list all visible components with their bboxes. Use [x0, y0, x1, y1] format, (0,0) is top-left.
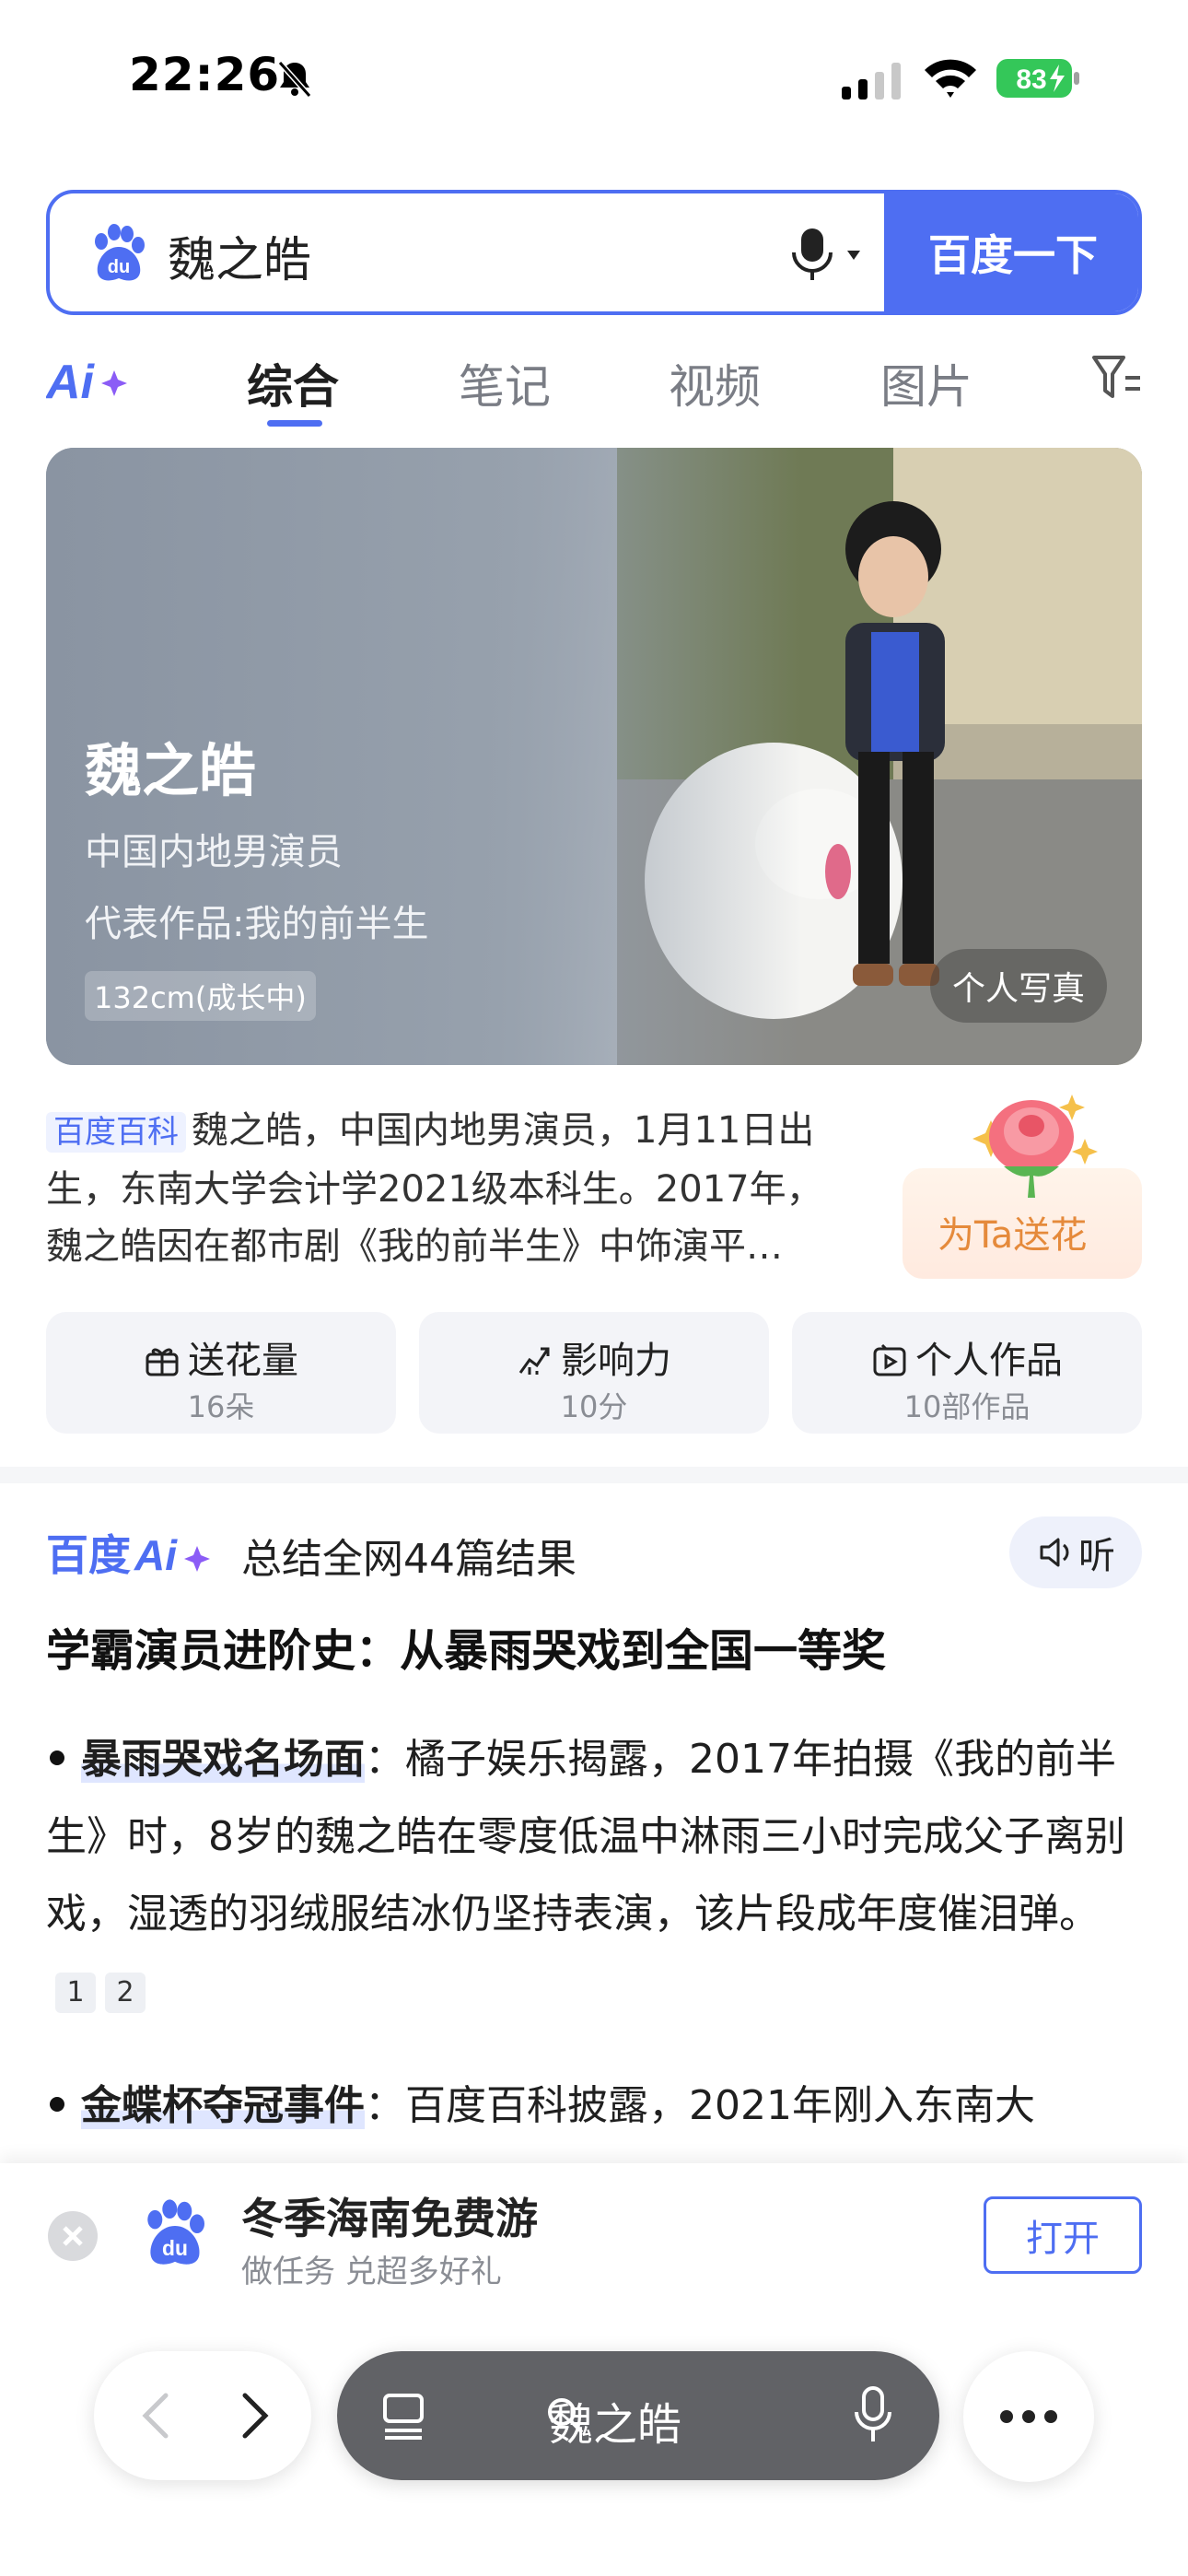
tab-comprehensive[interactable]: 综合: [247, 350, 339, 416]
bell-muted-icon: [277, 61, 312, 98]
stat-works-title: 个人作品: [915, 1340, 1063, 1382]
tab-notes[interactable]: 笔记: [459, 350, 551, 416]
microphone-icon[interactable]: [786, 227, 838, 282]
reference-badge[interactable]: 2: [105, 1973, 146, 2013]
person-name: 魏之皓: [85, 737, 257, 804]
status-time: 22:26: [129, 48, 281, 101]
tabs-icon[interactable]: [378, 2388, 433, 2443]
summary-bullet: 金蝶杯夺冠事件：百度百科披露，2021年刚入东南大: [46, 2067, 1142, 2163]
bullet-keyword[interactable]: 金蝶杯夺冠事件: [81, 2082, 365, 2129]
stat-influence-value: 10分: [560, 1389, 628, 1424]
speaker-icon: [1040, 1538, 1069, 1567]
tab-videos[interactable]: 视频: [669, 350, 761, 416]
bullet-dot: [50, 2097, 64, 2112]
search-bar[interactable]: du 魏之皓 百度一下: [46, 190, 1142, 315]
forward-arrow-icon[interactable]: [227, 2390, 278, 2441]
banner-title: 冬季海南免费游: [241, 2194, 538, 2243]
svg-text:百度: 百度: [46, 1530, 131, 1580]
bullet-keyword[interactable]: 暴雨哭戏名场面: [81, 1736, 365, 1783]
stat-influence[interactable]: 影响力 10分: [419, 1312, 769, 1434]
height-tag: 132cm(成长中): [85, 971, 316, 1021]
person-occupation: 中国内地男演员: [85, 831, 343, 873]
battery-level: 83: [1016, 64, 1046, 95]
trend-icon: [518, 1347, 550, 1375]
gift-icon: [146, 1348, 179, 1376]
summary-bullet: 暴雨哭戏名场面：橘子娱乐揭露，2017年拍摄《我的前半生》时，8岁的魏之皓在零度…: [46, 1721, 1142, 2031]
microphone-icon[interactable]: [853, 2386, 893, 2445]
baidu-paw-icon: du: [95, 224, 145, 281]
ai-summary-heading: 学霸演员进阶史：从暴雨哭戏到全国一等奖: [46, 1625, 887, 1677]
listen-button[interactable]: 听: [1009, 1516, 1142, 1588]
wifi-icon: [925, 59, 976, 98]
close-banner-button[interactable]: [48, 2211, 98, 2261]
bullet-text: ：百度百科披露，2021年刚入东南大: [365, 2082, 1035, 2129]
stat-flowers-title: 送花量: [188, 1340, 298, 1382]
bullet-dot: [50, 1751, 64, 1765]
battery-icon: 83: [996, 59, 1079, 98]
ai-tab-icon[interactable]: Ai: [46, 348, 134, 409]
svg-text:Ai: Ai: [134, 1531, 178, 1579]
baike-summary[interactable]: 百度百科 魏之皓，中国内地男演员，1月11日出生，东南大学会计学2021级本科生。…: [46, 1102, 838, 1275]
baidu-ai-logo-icon: 百度 Ai: [46, 1530, 210, 1580]
ai-summary-count: 总结全网44篇结果: [241, 1536, 577, 1583]
video-icon: [873, 1343, 906, 1376]
svg-text:du: du: [108, 257, 130, 277]
bottom-search-query[interactable]: 魏之皓: [549, 2388, 681, 2453]
open-app-button[interactable]: 打开: [984, 2196, 1142, 2274]
close-icon: [63, 2226, 83, 2246]
filter-icon[interactable]: [1090, 354, 1142, 402]
more-menu-button[interactable]: [963, 2351, 1094, 2482]
listen-label: 听: [1078, 1535, 1115, 1577]
search-input[interactable]: 魏之皓: [168, 221, 311, 290]
stat-works-value: 10部作品: [903, 1389, 1031, 1424]
stat-flowers-value: 16朵: [187, 1389, 255, 1424]
search-button[interactable]: 百度一下: [884, 193, 1138, 311]
stat-works[interactable]: 个人作品 10部作品: [792, 1312, 1142, 1434]
svg-text:Ai: Ai: [46, 356, 96, 409]
baidu-app-icon: du: [147, 2199, 204, 2265]
representative-works: 代表作品:我的前半生: [85, 903, 429, 945]
send-flower-label: 为Ta送花: [938, 1214, 1088, 1257]
active-tab-indicator: [267, 420, 322, 427]
more-dots-icon: [1000, 2410, 1057, 2423]
section-divider: [0, 1467, 1188, 1483]
stat-flowers[interactable]: 送花量 16朵: [46, 1312, 396, 1434]
profile-hero-card[interactable]: 魏之皓 中国内地男演员 代表作品:我的前半生 132cm(成长中) 个人写真: [46, 448, 1142, 1065]
banner-subtitle: 做任务 兑超多好礼: [241, 2254, 502, 2290]
chevron-down-icon[interactable]: [847, 251, 860, 260]
reference-badge[interactable]: 1: [55, 1973, 96, 2013]
back-arrow-icon[interactable]: [133, 2390, 184, 2441]
navigation-arrows: [94, 2351, 311, 2480]
svg-text:du: du: [162, 2236, 188, 2260]
stat-influence-title: 影响力: [561, 1340, 671, 1382]
personal-photos-button[interactable]: 个人写真: [930, 949, 1108, 1023]
rose-icon: [973, 1095, 1098, 1198]
baike-badge: 百度百科: [46, 1112, 186, 1153]
signal-icon: [842, 63, 901, 100]
tab-images[interactable]: 图片: [880, 350, 973, 416]
